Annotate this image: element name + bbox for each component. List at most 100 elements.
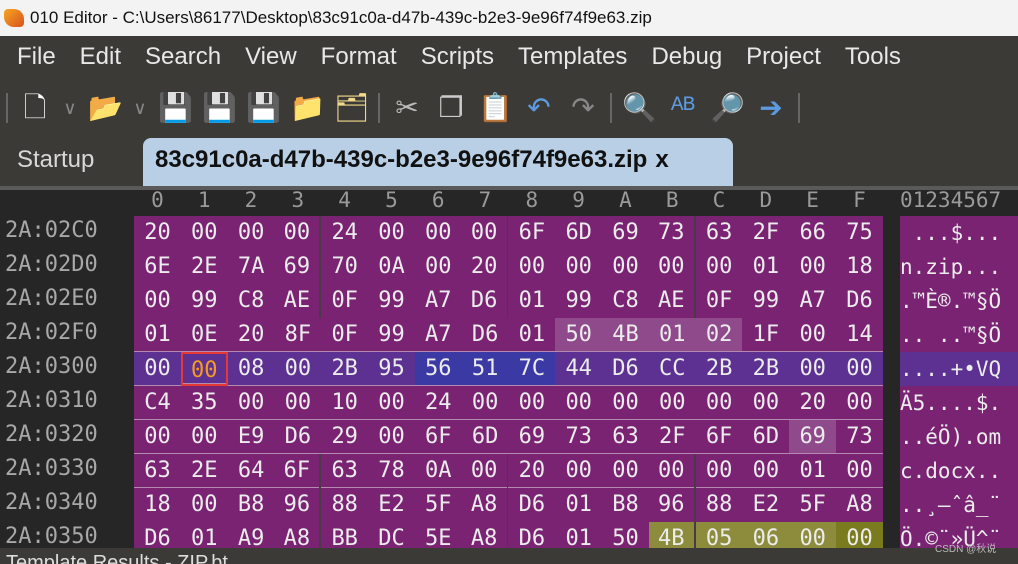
hex-byte[interactable]: 6D [742,420,790,454]
hex-byte[interactable]: 00 [742,454,790,488]
hex-byte[interactable]: 00 [648,250,696,284]
dropdown-chevron-icon[interactable]: ∨ [62,98,78,119]
hex-byte[interactable]: A7 [414,284,462,318]
hex-byte[interactable]: 00 [695,386,743,420]
hex-byte[interactable]: A8 [836,488,883,522]
hex-byte[interactable]: 29 [321,420,369,454]
new-file-icon[interactable]: 🗋 [18,89,52,127]
hex-byte[interactable]: 73 [555,420,603,454]
ascii-row[interactable]: .. ..™§Ö [900,318,1018,352]
hex-byte[interactable]: E9 [227,420,275,454]
hex-byte[interactable]: 63 [695,216,743,250]
hex-byte[interactable]: B8 [227,488,275,522]
menu-scripts[interactable]: Scripts [421,43,494,71]
hex-byte[interactable]: 95 [368,352,415,386]
hex-byte[interactable]: 0F [695,284,743,318]
menu-search[interactable]: Search [145,43,221,71]
hex-byte[interactable]: 01 [508,318,556,352]
hex-byte[interactable]: 2E [180,250,228,284]
hex-byte[interactable]: 00 [789,352,837,386]
ascii-row[interactable]: Ä5....$. [900,386,1018,420]
template-results-panel[interactable]: Template Results - ZIP.bt [0,548,1018,564]
menu-format[interactable]: Format [321,43,397,71]
hex-byte[interactable]: 01 [555,488,603,522]
hex-byte[interactable]: 24 [321,216,369,250]
hex-byte[interactable]: 70 [321,250,369,284]
ascii-row[interactable]: n.zip... [900,250,1018,284]
folder-icon[interactable]: 📁 [290,89,325,127]
hex-byte[interactable]: 01 [508,284,556,318]
hex-byte[interactable]: 0A [368,250,415,284]
hex-byte[interactable]: 63 [321,454,369,488]
hex-byte[interactable]: D6 [461,318,509,352]
ascii-row[interactable]: ...$... [900,216,1018,250]
hex-byte[interactable]: 7A [227,250,275,284]
hex-byte[interactable]: 5F [789,488,837,522]
hex-byte[interactable]: D6 [461,284,509,318]
hex-byte[interactable]: B8 [602,488,649,522]
cursor-byte[interactable]: 00 [180,352,228,386]
hex-byte[interactable]: AE [648,284,696,318]
menu-view[interactable]: View [245,43,297,71]
tab-close-button[interactable]: x [655,146,668,173]
hex-byte[interactable]: 00 [134,352,181,386]
hex-byte[interactable]: 99 [742,284,790,318]
hex-byte[interactable]: C8 [227,284,275,318]
paste-icon[interactable]: 📋 [478,89,513,127]
ascii-row[interactable]: c.docx.. [900,454,1018,488]
hex-byte[interactable]: 64 [227,454,275,488]
dropdown-chevron-icon[interactable]: ∨ [132,98,148,119]
hex-byte[interactable]: 5F [414,488,462,522]
hex-byte[interactable]: 1F [742,318,790,352]
hex-byte[interactable]: 02 [695,318,743,352]
hex-byte[interactable]: 00 [602,250,649,284]
hex-byte[interactable]: 00 [508,250,556,284]
hex-byte[interactable]: 2B [695,352,743,386]
menu-templates[interactable]: Templates [518,43,627,71]
hex-byte[interactable]: 8F [274,318,322,352]
hex-byte[interactable]: 44 [555,352,603,386]
hex-byte[interactable]: 99 [368,318,415,352]
hex-byte[interactable]: 00 [227,386,275,420]
hex-byte[interactable]: 14 [836,318,883,352]
ascii-row[interactable]: .™È®.™§Ö [900,284,1018,318]
hex-byte[interactable]: 00 [227,216,275,250]
hex-byte[interactable]: 6F [695,420,743,454]
hex-byte[interactable]: 00 [274,386,322,420]
find-icon[interactable]: 🔍 [622,89,657,127]
hex-byte[interactable]: 00 [836,352,883,386]
hex-byte[interactable]: D6 [508,488,556,522]
hex-byte[interactable]: 2B [742,352,790,386]
hex-byte[interactable]: 88 [695,488,743,522]
hex-byte[interactable]: 00 [648,454,696,488]
tab-startup[interactable]: Startup [17,146,94,174]
hex-byte[interactable]: 01 [134,318,181,352]
hex-byte[interactable]: D6 [602,352,649,386]
hex-byte[interactable]: 00 [134,284,181,318]
hex-byte[interactable]: A7 [789,284,837,318]
hex-byte[interactable]: 00 [180,488,228,522]
hex-byte[interactable]: 6D [461,420,509,454]
cut-icon[interactable]: ✂ [390,89,424,127]
hex-byte[interactable]: 10 [321,386,369,420]
hex-byte[interactable]: 63 [602,420,649,454]
hex-byte[interactable]: 63 [134,454,181,488]
hex-byte[interactable]: 0A [414,454,462,488]
hex-byte[interactable]: 6F [274,454,322,488]
hex-byte[interactable]: 00 [602,386,649,420]
hex-byte[interactable]: 99 [180,284,228,318]
hex-byte[interactable]: 69 [602,216,649,250]
hex-byte[interactable]: 18 [134,488,181,522]
hex-byte[interactable]: 73 [648,216,696,250]
hex-byte[interactable]: 00 [508,386,556,420]
hex-byte[interactable]: E2 [368,488,415,522]
hex-byte[interactable]: 6F [508,216,556,250]
hex-byte[interactable]: 00 [836,454,883,488]
hex-byte[interactable]: 00 [789,318,837,352]
hex-byte[interactable]: 20 [789,386,837,420]
hex-byte[interactable]: 7C [508,352,556,386]
hex-byte[interactable]: 96 [274,488,322,522]
hex-byte[interactable]: 00 [602,454,649,488]
hex-byte[interactable]: CC [648,352,696,386]
hex-byte[interactable]: 2F [742,216,790,250]
